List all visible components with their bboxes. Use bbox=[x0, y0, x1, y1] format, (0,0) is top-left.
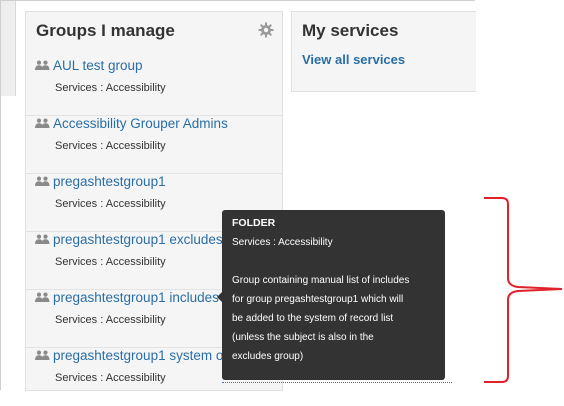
group-folder-path: Services : Accessibility bbox=[55, 314, 166, 326]
group-icon bbox=[35, 350, 50, 360]
left-strip bbox=[1, 1, 16, 96]
tooltip-line: excludes group) bbox=[232, 351, 304, 362]
view-all-services-link[interactable]: View all services bbox=[302, 52, 405, 67]
group-tooltip: FOLDER Services : Accessibility Group co… bbox=[217, 210, 445, 380]
group-folder-path: Services : Accessibility bbox=[55, 82, 166, 94]
group-link[interactable]: pregashtestgroup1 includes bbox=[35, 290, 219, 305]
group-folder-path: Services : Accessibility bbox=[55, 140, 166, 152]
tooltip-description: Group containing manual list of includes… bbox=[232, 271, 435, 366]
group-name[interactable]: pregashtestgroup1 includes bbox=[53, 290, 219, 305]
group-folder-path: Services : Accessibility bbox=[55, 256, 166, 268]
tooltip-folder-path: Services : Accessibility bbox=[232, 237, 333, 248]
group-link[interactable]: pregashtestgroup1 bbox=[35, 174, 166, 189]
group-icon bbox=[35, 60, 50, 70]
my-services-panel: My services View all services bbox=[291, 11, 476, 92]
tooltip-title: FOLDER bbox=[232, 217, 276, 229]
group-folder-path: Services : Accessibility bbox=[55, 372, 166, 384]
group-name[interactable]: pregashtestgroup1 excludes bbox=[53, 232, 223, 247]
group-name[interactable]: Accessibility Grouper Admins bbox=[53, 116, 228, 131]
tooltip-line: (unless the subject is also in the bbox=[232, 332, 374, 343]
group-link[interactable]: AUL test group bbox=[35, 58, 143, 73]
tooltip-arrow bbox=[217, 292, 222, 302]
group-name[interactable]: pregashtestgroup1 bbox=[53, 174, 166, 189]
gear-icon[interactable] bbox=[258, 22, 274, 38]
brace-annotation bbox=[484, 197, 563, 383]
dotted-divider bbox=[222, 382, 452, 383]
group-folder-path: Services : Accessibility bbox=[55, 198, 166, 210]
group-link[interactable]: pregashtestgroup1 excludes bbox=[35, 232, 223, 247]
panel-title: Groups I manage bbox=[36, 21, 175, 40]
group-link[interactable]: Accessibility Grouper Admins bbox=[35, 116, 228, 131]
group-name[interactable]: AUL test group bbox=[53, 58, 143, 73]
group-item: Accessibility Grouper Admins Services : … bbox=[26, 116, 282, 174]
tooltip-line: be added to the system of record list bbox=[232, 313, 394, 324]
panel-title: My services bbox=[302, 21, 399, 40]
group-icon bbox=[35, 176, 50, 186]
group-icon bbox=[35, 118, 50, 128]
group-item: AUL test group Services : Accessibility bbox=[26, 58, 282, 116]
tooltip-line: Group containing manual list of includes bbox=[232, 275, 410, 286]
group-icon bbox=[35, 292, 50, 302]
group-icon bbox=[35, 234, 50, 244]
tooltip-line: for group pregashtestgroup1 which will bbox=[232, 294, 404, 305]
